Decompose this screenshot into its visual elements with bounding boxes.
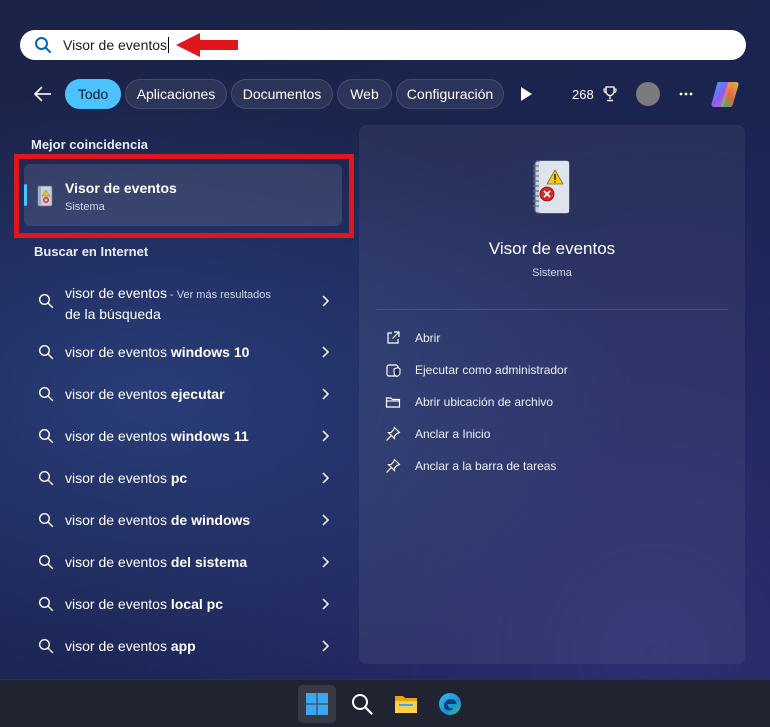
tab-web[interactable]: Web — [337, 79, 392, 109]
chevron-right-icon — [322, 472, 330, 484]
web-suggestion[interactable]: visor de eventos pc — [24, 459, 342, 497]
web-suggestion[interactable]: visor de eventos local pc — [24, 585, 342, 623]
web-suggestion-label: visor de eventos windows 10 — [65, 344, 250, 360]
action-open[interactable]: Abrir — [385, 328, 715, 350]
search-icon — [352, 694, 373, 715]
search-icon — [38, 293, 54, 309]
divider — [376, 309, 728, 310]
search-icon — [35, 37, 51, 53]
text-caret — [168, 37, 170, 53]
play-more-filters-icon[interactable] — [519, 86, 533, 102]
chevron-right-icon — [322, 295, 330, 307]
rewards-points[interactable]: 268 — [572, 87, 594, 102]
avatar[interactable] — [636, 82, 660, 106]
chevron-right-icon — [322, 514, 330, 526]
file-explorer-button[interactable] — [387, 685, 425, 723]
web-suggestion[interactable]: visor de eventos ejecutar — [24, 375, 342, 413]
search-icon — [38, 596, 54, 612]
folder-icon — [385, 397, 401, 408]
tab-configuracion[interactable]: Configuración — [396, 79, 504, 109]
more-options-icon[interactable] — [678, 84, 694, 104]
event-viewer-large-icon — [533, 160, 570, 214]
tab-documentos[interactable]: Documentos — [231, 79, 333, 109]
pin-icon — [386, 458, 401, 473]
web-suggestion[interactable]: visor de eventos del sistema — [24, 543, 342, 581]
search-icon — [38, 344, 54, 360]
action-label: Anclar a Inicio — [415, 427, 491, 441]
web-suggestion[interactable]: visor de eventos windows 10 — [24, 333, 342, 371]
web-suggestion-label: visor de eventos windows 11 — [65, 428, 249, 444]
action-label: Abrir ubicación de archivo — [415, 395, 554, 409]
shield-admin-icon — [386, 364, 401, 378]
search-icon — [38, 386, 54, 402]
action-pin-to-taskbar[interactable]: Anclar a la barra de tareas — [385, 456, 715, 478]
edge-browser-icon — [439, 693, 461, 715]
search-icon — [38, 638, 54, 654]
open-external-icon — [387, 331, 400, 344]
taskbar — [0, 679, 770, 727]
pin-icon — [386, 426, 401, 441]
web-suggestion[interactable]: visor de eventos app — [24, 627, 342, 665]
web-suggestion-label: visor de eventos app — [65, 638, 196, 654]
web-search-heading: Buscar en Internet — [34, 244, 149, 259]
web-result-note: de la búsqueda — [65, 306, 161, 322]
chevron-right-icon — [322, 640, 330, 652]
web-suggestion-label: visor de eventos del sistema — [65, 554, 248, 570]
search-icon — [38, 554, 54, 570]
chevron-right-icon — [322, 430, 330, 442]
red-highlight-box — [14, 154, 354, 238]
web-suggestion[interactable]: visor de eventos windows 11 — [24, 417, 342, 455]
chevron-right-icon — [322, 598, 330, 610]
red-arrow-annotation-icon — [176, 33, 238, 57]
web-suggestion-label: visor de eventos de windows — [65, 512, 251, 528]
search-icon — [38, 428, 54, 444]
web-suggestion-label: visor de eventos ejecutar — [65, 386, 225, 402]
web-suggestion-label: visor de eventos pc — [65, 470, 188, 486]
detail-title: Visor de eventos — [488, 239, 616, 258]
detail-subtitle: Sistema — [532, 267, 572, 279]
search-input[interactable]: Visor de eventos — [63, 36, 170, 54]
action-open-file-location[interactable]: Abrir ubicación de archivo — [385, 392, 715, 414]
web-suggestion-label: visor de eventos local pc — [65, 596, 223, 612]
web-suggestion[interactable]: visor de eventos de windows — [24, 501, 342, 539]
copilot-icon[interactable] — [709, 79, 741, 109]
chevron-right-icon — [322, 346, 330, 358]
windows-start-icon — [306, 693, 328, 715]
action-pin-to-start[interactable]: Anclar a Inicio — [385, 424, 715, 446]
taskbar-search-button[interactable] — [343, 685, 381, 723]
detail-panel: Visor de eventos Sistema Abrir Ejecutar … — [359, 125, 745, 664]
best-match-heading: Mejor coincidencia — [31, 137, 149, 152]
back-arrow-icon[interactable] — [32, 83, 54, 105]
action-label: Anclar a la barra de tareas — [415, 459, 557, 473]
web-result-label: visor de eventos - Ver más resultados — [65, 285, 271, 301]
tab-todo[interactable]: Todo — [65, 79, 121, 109]
trophy-icon[interactable] — [603, 86, 617, 102]
search-icon — [38, 470, 54, 486]
chevron-right-icon — [322, 388, 330, 400]
web-result-see-more[interactable]: visor de eventos - Ver más resultados de… — [24, 282, 342, 322]
tab-aplicaciones[interactable]: Aplicaciones — [125, 79, 227, 109]
edge-browser-button[interactable] — [431, 685, 469, 723]
chevron-right-icon — [322, 556, 330, 568]
search-bar[interactable]: Visor de eventos — [20, 30, 746, 60]
file-explorer-icon — [395, 696, 417, 713]
action-label: Ejecutar como administrador — [415, 363, 568, 377]
search-icon — [38, 512, 54, 528]
action-label: Abrir — [415, 331, 441, 345]
start-button[interactable] — [298, 685, 336, 723]
action-run-as-admin[interactable]: Ejecutar como administrador — [385, 360, 715, 382]
